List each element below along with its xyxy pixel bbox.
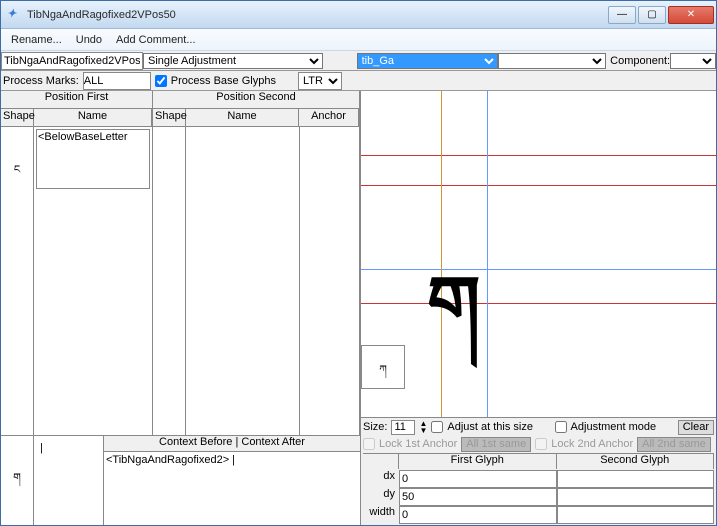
context-value: <TibNgaAndRagofixed2> | [106,454,235,466]
context-main: Context Before | Context After <TibNgaAn… [104,436,360,525]
width-label: width [363,506,399,524]
glyph-preview[interactable]: ཀ [361,345,405,389]
name-list[interactable]: <BelowBaseLetter [36,129,150,189]
menu-add-comment[interactable]: Add Comment... [116,34,195,46]
toolbar-row-1: Single Adjustment tib_Ga Component: [1,51,716,71]
lookup-name-input[interactable] [1,52,143,70]
shape-glyph: ང [14,157,20,188]
pos-second-title: Position Second [153,91,359,109]
glyph-select[interactable]: tib_Ga [357,53,499,69]
adjust-at-size-label: Adjust at this size [447,421,533,433]
col-anchor: Anchor [299,109,359,126]
menubar: Rename... Undo Add Comment... [1,29,716,51]
right-panel: ག ཀ Size: ▲▼ Adjust at this size Adjustm… [361,91,716,525]
titlebar[interactable]: ✦ TibNgaAndRagofixed2VPos50 — ▢ ✕ [1,1,716,29]
second-glyph-col: Second Glyph [557,454,715,469]
window-title: TibNgaAndRagofixed2VPos50 [27,9,608,21]
col-name: Name [186,109,299,126]
window-controls: — ▢ ✕ [608,6,716,24]
spinner-icon[interactable]: ▲▼ [419,420,427,434]
first-glyph-inputs [399,470,557,524]
shape-cell: ང [1,127,34,435]
size-input[interactable] [391,420,415,435]
main-glyph: ག [427,219,481,417]
position-first-table: Position First Shape Name ང <BelowBaseLe… [1,91,153,435]
maximize-button[interactable]: ▢ [638,6,666,24]
all-1st-button: All 1st same [461,437,531,452]
anchor-cell [299,127,359,435]
adjustment-mode-label: Adjustment mode [571,421,657,433]
advance-line [487,91,488,417]
ascender-line [361,155,716,156]
dy-input[interactable] [399,488,557,506]
component-select[interactable] [670,53,716,69]
menu-rename[interactable]: Rename... [11,34,62,46]
lock-2nd-label: Lock 2nd Anchor [551,438,633,450]
list-item[interactable]: <BelowBaseLetter [38,131,148,143]
col-shape: Shape [1,109,34,126]
lock-1st-label: Lock 1st Anchor [379,438,457,450]
context-title: Context Before | Context After [104,436,360,452]
pos-second-cols: Shape Name Anchor [153,109,359,127]
pos-second-body [153,127,359,435]
component-label: Component: [610,55,670,67]
clear-button[interactable]: Clear [678,420,714,435]
context-shape-1: ག [1,436,34,525]
process-marks-label: Process Marks: [3,75,79,87]
width-input[interactable] [399,506,557,524]
tables-area: Position First Shape Name ང <BelowBaseLe… [1,91,360,435]
main-area: Position First Shape Name ང <BelowBaseLe… [1,91,716,525]
process-marks-input[interactable] [83,72,151,90]
adjustment-mode-checkbox[interactable] [555,421,567,433]
pos-first-cols: Shape Name [1,109,152,127]
name-cell: <BelowBaseLetter [34,127,152,435]
process-base-checkbox[interactable] [155,75,167,87]
cap-line [361,185,716,186]
width-input-2[interactable] [557,506,715,524]
descender-line [361,303,716,304]
context-body[interactable]: <TibNgaAndRagofixed2> | [104,452,360,525]
col-shape: Shape [153,109,186,126]
all-2nd-button: All 2nd same [637,437,711,452]
col-name: Name [34,109,152,126]
app-window: ✦ TibNgaAndRagofixed2VPos50 — ▢ ✕ Rename… [0,0,717,526]
glyph-view[interactable]: ག ཀ [361,91,716,417]
glyph-controls: Size: ▲▼ Adjust at this size Adjustment … [361,417,716,525]
app-icon: ✦ [7,7,23,23]
dx-label: dx [363,470,399,488]
pos-first-title: Position First [1,91,152,109]
size-label: Size: [363,421,387,433]
menu-undo[interactable]: Undo [76,34,102,46]
dy-label: dy [363,488,399,506]
name-cell [186,127,299,435]
glyph-table-head: First Glyph Second Glyph [363,453,714,469]
adjust-at-size-checkbox[interactable] [431,421,443,433]
shape-cell [153,127,186,435]
aux-select-1[interactable] [498,53,606,69]
first-glyph-col: First Glyph [399,454,557,469]
close-button[interactable]: ✕ [668,6,714,24]
glyph-row-labels: dx dy width [363,470,399,524]
direction-select[interactable]: LTR [298,72,342,90]
pos-first-body: ང <BelowBaseLetter [1,127,152,435]
baseline [361,269,716,270]
dx-input-2[interactable] [557,470,715,488]
minimize-button[interactable]: — [608,6,636,24]
position-second-table: Position Second Shape Name Anchor [153,91,360,435]
lookup-type-select[interactable]: Single Adjustment [143,53,323,69]
left-panel: Position First Shape Name ང <BelowBaseLe… [1,91,361,525]
dx-input[interactable] [399,470,557,488]
context-shape-2: | [34,436,104,525]
glyph-table-body: dx dy width [363,470,714,524]
lock-1st-checkbox [363,438,375,450]
lock-2nd-checkbox [535,438,547,450]
second-glyph-inputs [557,470,715,524]
context-row: ག | Context Before | Context After <TibN… [1,435,360,525]
process-base-label: Process Base Glyphs [171,75,276,87]
dy-input-2[interactable] [557,488,715,506]
toolbar-row-2: Process Marks: Process Base Glyphs LTR [1,71,716,91]
